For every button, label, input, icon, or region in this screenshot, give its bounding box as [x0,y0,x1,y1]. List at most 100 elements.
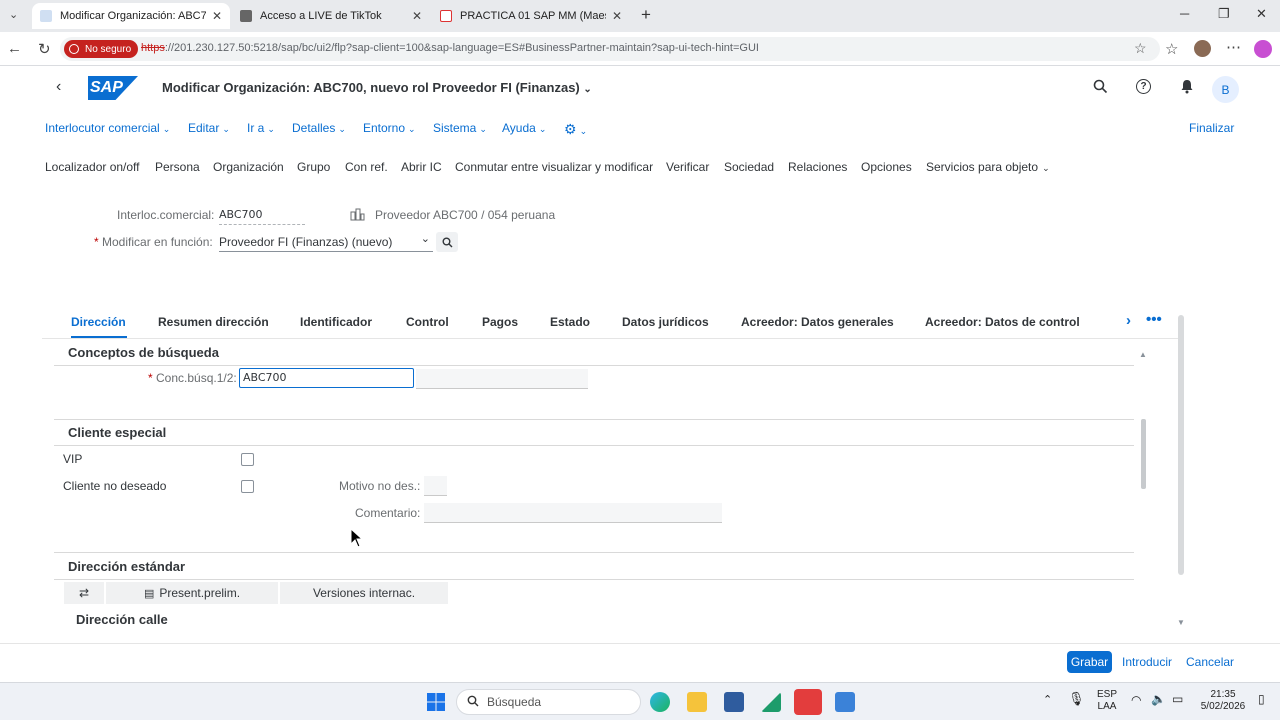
not-secure-badge[interactable]: No seguro [64,40,139,58]
help-icon[interactable]: ? [1136,79,1151,94]
file-explorer-icon[interactable] [687,692,707,712]
toolbar-group[interactable]: Grupo [297,160,330,174]
vip-checkbox[interactable] [241,453,254,466]
clock[interactable]: 21:35 5/02/2026 [1196,689,1250,713]
language-code: ESP [1096,689,1117,700]
content-scrollbar-thumb[interactable] [1141,419,1146,489]
notifications-bell-icon[interactable] [1180,79,1194,98]
url-box[interactable]: No seguro https://201.230.127.50:5218/sa… [60,37,1160,61]
close-tab-icon[interactable]: ✕ [612,9,622,23]
notification-center-icon[interactable]: ▯ [1258,693,1265,705]
tab-status[interactable]: Estado [550,315,590,329]
browser-tab-pdf[interactable]: PRACTICA 01 SAP MM (Maestro M ✕ [432,3,630,29]
battery-icon[interactable]: ▭ [1172,693,1183,705]
more-menu-icon[interactable]: ⋯ [1226,38,1241,56]
comment-input[interactable] [424,503,722,523]
search-term-2-input[interactable] [416,369,588,389]
preview-button[interactable]: ▤ Present.prelim. [106,582,278,604]
international-versions-button[interactable]: Versiones internac. [280,582,448,604]
tab-vendor-general-data[interactable]: Acreedor: Datos generales [741,315,894,329]
microphone-icon[interactable]: 🎙 [1068,692,1085,705]
mathtype-icon[interactable] [761,692,781,712]
menu-settings[interactable]: ⚙ ⌄ [564,121,587,138]
toolbar-locator-toggle[interactable]: Localizador on/off [45,160,140,174]
toolbar-with-reference[interactable]: Con ref. [345,160,388,174]
taskbar-search-box[interactable]: Búsqueda [456,689,641,715]
unwanted-reason-input[interactable] [424,476,447,496]
menu-help[interactable]: Ayuda ⌄ [502,121,546,135]
tab-address-overview[interactable]: Resumen dirección [158,315,269,329]
tab-address[interactable]: Dirección [71,315,126,329]
browser-tab-tiktok[interactable]: Acceso a LIVE de TikTok ✕ [232,3,430,29]
reload-icon[interactable]: ↻ [38,40,51,58]
toolbar-options[interactable]: Opciones [861,160,912,174]
back-nav-icon[interactable]: ‹ [56,78,61,96]
menu-label: Editar [188,121,220,135]
search-icon[interactable] [1093,79,1108,98]
cancel-button[interactable]: Cancelar [1186,655,1234,669]
menu-details[interactable]: Detalles ⌄ [292,121,346,135]
search-term-1-input[interactable]: ABC700 [239,368,414,388]
edge-icon[interactable] [650,692,670,712]
overflow-menu-icon[interactable]: ••• [1146,311,1162,328]
copilot-icon[interactable] [1254,40,1272,58]
browser-tab-sap[interactable]: Modificar Organización: ABC700, n ✕ [32,3,230,29]
tab-list-icon[interactable]: ⌄ [9,8,18,21]
tab-control[interactable]: Control [406,315,449,329]
finish-button[interactable]: Finalizar [1189,121,1234,135]
scroll-up-icon[interactable]: ▲ [1139,350,1147,359]
tab-payments[interactable]: Pagos [482,315,518,329]
chevron-down-icon: ⌄ [479,124,487,134]
toolbar-open-ic[interactable]: Abrir IC [401,160,442,174]
volume-icon[interactable]: 🔈 [1151,693,1166,705]
scroll-down-icon[interactable]: ▼ [1177,618,1185,627]
close-tab-icon[interactable]: ✕ [412,9,422,23]
show-hidden-icons[interactable]: ⌃ [1043,694,1052,706]
close-window-icon[interactable]: ✕ [1256,6,1267,22]
menu-system[interactable]: Sistema ⌄ [433,121,487,135]
toolbar-company[interactable]: Sociedad [724,160,774,174]
role-select[interactable]: Proveedor FI (Finanzas) (nuevo) ⌄ [219,233,433,252]
menu-edit[interactable]: Editar ⌄ [188,121,230,135]
save-button[interactable]: Grabar [1067,651,1112,673]
browser-tab-strip: ⌄ Modificar Organización: ABC700, n ✕ Ac… [0,0,1280,32]
toolbar-toggle-display-change[interactable]: Conmutar entre visualizar y modificar [455,160,653,174]
wifi-icon[interactable]: ◠ [1131,694,1141,706]
notepad-icon[interactable] [835,692,855,712]
url-text[interactable]: https://201.230.127.50:5218/sap/bc/ui2/f… [141,42,759,54]
toolbar-check[interactable]: Verificar [666,160,709,174]
bp-value[interactable]: ABC700 [219,208,305,225]
enter-button[interactable]: Introducir [1122,655,1172,669]
role-search-button[interactable] [436,232,458,252]
close-tab-icon[interactable]: ✕ [212,9,222,23]
toolbar-person[interactable]: Persona [155,160,200,174]
app-title[interactable]: Modificar Organización: ABC700, nuevo ro… [162,80,592,95]
toolbar-services-for-object[interactable]: Servicios para objeto ⌄ [926,160,1050,174]
back-icon[interactable]: ← [7,40,22,57]
address-share-button[interactable]: ⇄ [64,582,104,604]
favorites-icon[interactable]: ☆ [1165,40,1178,58]
unwanted-customer-checkbox[interactable] [241,480,254,493]
maximize-icon[interactable]: ❐ [1218,6,1230,22]
menu-interlocutor[interactable]: Interlocutor comercial ⌄ [45,121,170,135]
tab-identification[interactable]: Identificador [300,315,372,329]
bp-hierarchy-icon[interactable] [350,208,365,221]
profile-picture[interactable] [1194,40,1211,57]
chevron-right-icon[interactable]: › [1126,312,1131,329]
acrobat-icon[interactable] [794,689,822,715]
menu-goto[interactable]: Ir a ⌄ [247,121,275,135]
windows-start-icon[interactable] [427,693,445,711]
tab-legal-data[interactable]: Datos jurídicos [622,315,709,329]
user-avatar[interactable]: B [1212,76,1239,103]
bookmark-star-icon[interactable]: ☆ [1134,40,1147,57]
minimize-icon[interactable]: ─ [1180,6,1189,21]
page-scrollbar[interactable] [1178,315,1184,575]
tab-vendor-control-data[interactable]: Acreedor: Datos de control [925,315,1080,329]
sap-logon-icon[interactable] [724,692,744,712]
new-tab-icon[interactable]: + [641,5,651,25]
toolbar-relationships[interactable]: Relaciones [788,160,847,174]
toolbar-organization[interactable]: Organización [213,160,284,174]
menu-environment[interactable]: Entorno ⌄ [363,121,416,135]
sap-logo[interactable]: SAP [88,76,138,100]
language-indicator[interactable]: ESP LAA [1093,689,1121,713]
